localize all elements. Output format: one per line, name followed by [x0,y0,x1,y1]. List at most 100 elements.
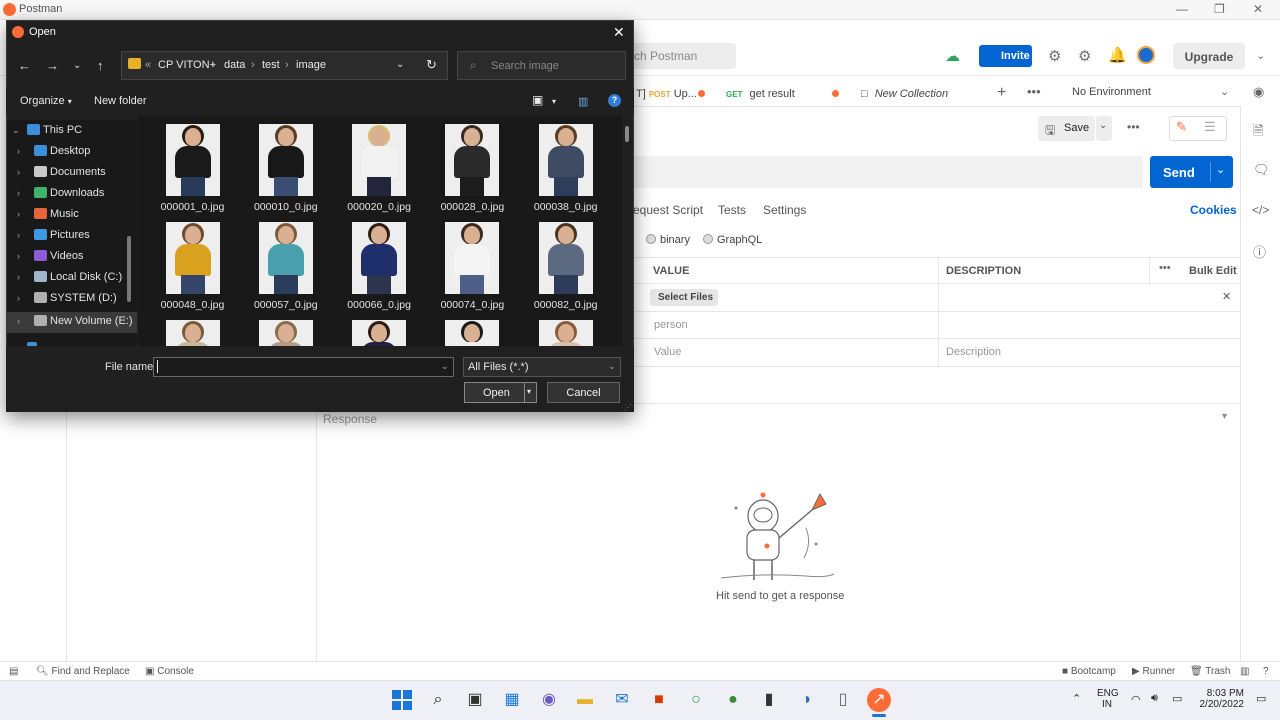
navigation-scrollbar[interactable] [127,236,131,302]
nav-item-desktop[interactable]: › Desktop [7,142,137,163]
environment-eye-icon[interactable]: ◉ [1253,84,1264,100]
file-item[interactable] [146,320,239,346]
nav-item-system-d[interactable]: › SYSTEM (D:) [7,289,137,310]
file-explorer-icon[interactable]: ▬ [573,688,597,712]
file-item[interactable]: 000001_0.jpg [146,124,239,213]
tab-upload[interactable]: T] POST Up... [636,88,697,100]
satellite-icon[interactable]: ⚙ [1048,47,1061,65]
nav-item-documents[interactable]: › Documents [7,163,137,184]
comments-icon[interactable]: 🗨 [1253,162,1270,178]
trash-button[interactable]: 🗑︎ Trash [1190,666,1231,677]
forward-arrow-icon[interactable]: → [46,58,59,73]
chevron-right-icon[interactable]: › [17,230,20,240]
send-button[interactable]: Send ⌄ [1150,156,1233,188]
chevron-right-icon[interactable]: › [17,209,20,219]
value-input[interactable]: Value [654,346,681,358]
chevron-down-icon[interactable]: ⌄ [1216,163,1225,176]
chevron-right-icon[interactable]: › [17,316,20,326]
tab-tests[interactable]: Tests [718,203,746,217]
clock[interactable]: 8:03 PM 2/20/2022 [1196,688,1245,710]
notification-center-icon[interactable]: ▭ [1256,692,1266,705]
nav-item-new-volume-e[interactable]: › New Volume (E:) [7,312,137,333]
breadcrumb-item[interactable]: CP VITON+ [158,59,216,71]
tab-pre-request-script[interactable]: equest Script [633,203,703,217]
recent-locations-chevron-icon[interactable]: ⌄ [73,60,81,71]
select-files-button[interactable]: Select Files [650,289,718,306]
dialog-close-icon[interactable]: ✕ [613,24,625,41]
upgrade-button[interactable]: Upgrade [1173,43,1245,69]
back-arrow-icon[interactable]: ← [18,58,31,73]
documentation-icon[interactable]: 🗎 [1253,122,1263,144]
open-dropdown-icon[interactable]: ▾ [527,387,531,396]
code-icon[interactable]: </> [1252,203,1269,217]
view-chevron-icon[interactable]: ▾ [552,97,556,106]
office-icon[interactable]: ■ [647,688,671,712]
view-options-icon[interactable]: ▣ [532,93,543,107]
breadcrumb-item[interactable]: test [262,59,280,71]
description-input[interactable]: Description [946,346,1001,358]
bootcamp-button[interactable]: ■ Bootcamp [1062,666,1116,677]
app-icon[interactable]: ▯ [831,688,855,712]
notifications-bell-icon[interactable]: 🔔 [1108,46,1127,64]
row-key-value[interactable]: person [654,319,688,331]
response-collapse-icon[interactable]: ▾ [1222,411,1227,422]
file-type-select[interactable]: All Files (*.*) [463,357,621,377]
open-button[interactable]: Open ▾ [464,382,537,403]
file-item[interactable]: 000074_0.jpg [426,222,519,311]
up-arrow-icon[interactable]: ↑ [97,58,104,73]
chevron-right-icon[interactable]: › [17,188,20,198]
search-input[interactable]: Search image [457,51,626,80]
overflow-chevron-icon[interactable]: « [145,59,151,71]
info-icon[interactable]: ⓘ [1253,242,1266,261]
settings-gear-icon[interactable]: ⚙ [1078,47,1091,65]
wifi-icon[interactable]: ◠ [1131,693,1141,706]
file-type-chevron-icon[interactable]: ⌄ [608,361,616,372]
organize-menu[interactable]: Organize ▾ [20,95,72,107]
sync-status-icon[interactable]: ☁ [945,47,960,65]
refresh-icon[interactable]: ↻ [426,57,437,73]
runner-button[interactable]: ▶ Runner [1132,666,1175,677]
environment-chevron-icon[interactable]: ⌄ [1220,85,1229,98]
breadcrumb-item[interactable]: image [296,59,326,71]
chevron-right-icon[interactable]: › [17,167,20,177]
file-item[interactable] [519,320,612,346]
terminal-icon[interactable]: ▮ [757,688,781,712]
address-dropdown-icon[interactable]: ⌄ [396,59,404,70]
toggle-sidebar-icon[interactable]: ▤ [9,666,18,677]
radio-binary[interactable] [646,234,656,244]
tab-settings[interactable]: Settings [763,203,806,217]
postman-taskbar-icon[interactable]: ↗ [867,688,891,712]
tab-new-collection[interactable]: □ New Collection [861,88,948,100]
maximize-icon[interactable]: ❐ [1214,2,1225,16]
file-item[interactable]: 000082_0.jpg [519,222,612,311]
widgets-icon[interactable]: ▦ [500,688,524,712]
breadcrumb-item[interactable]: data [224,59,245,71]
chrome-icon[interactable]: ● [721,688,745,712]
file-item[interactable]: 000028_0.jpg [426,124,519,213]
teams-chat-icon[interactable]: ◉ [537,688,561,712]
sync-app-icon[interactable]: ○ [684,688,708,712]
mail-icon[interactable]: ✉ [610,688,634,712]
nav-item-music[interactable]: › Music [7,205,137,226]
chevron-right-icon[interactable]: › [17,251,20,261]
radio-graphql[interactable] [703,234,713,244]
file-item[interactable] [239,320,332,346]
chevron-right-icon[interactable]: › [17,146,20,156]
url-input[interactable] [633,156,1143,188]
console-button[interactable]: ▣ Console [145,666,194,677]
cancel-button[interactable]: Cancel [547,382,620,403]
chevron-right-icon[interactable]: › [17,293,20,303]
globe-icon[interactable]: ◑ [794,688,818,712]
chevron-right-icon[interactable]: › [17,272,20,282]
file-item[interactable] [426,320,519,346]
avatar[interactable] [1137,46,1155,64]
tab-get-result[interactable]: GET get result [726,88,795,100]
volume-icon[interactable]: 🔊︎ [1151,692,1158,705]
file-item[interactable]: 000038_0.jpg [519,124,612,213]
chevron-down-icon[interactable]: ⌄ [1256,49,1265,62]
comment-view-icon[interactable]: ☰ [1204,119,1216,135]
nav-item-local-disk-c[interactable]: › Local Disk (C:) [7,268,137,289]
environment-select[interactable]: No Environment [1072,86,1151,98]
file-list-scrollbar[interactable] [625,126,629,142]
two-pane-icon[interactable]: ▥ [1240,666,1249,677]
